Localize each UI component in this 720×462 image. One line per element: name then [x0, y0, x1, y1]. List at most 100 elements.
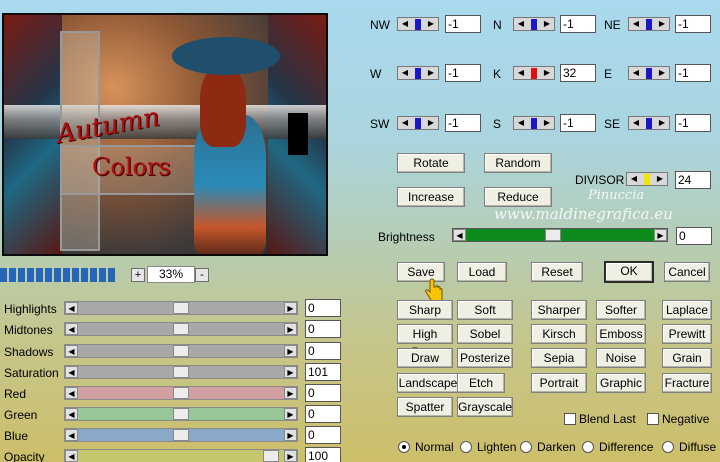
increase-button[interactable]: Increase	[397, 187, 465, 207]
preset-landscape-button[interactable]: Landscape	[397, 373, 459, 393]
preset-sharp-button[interactable]: Sharp	[397, 300, 453, 320]
zoom-in-button[interactable]: +	[131, 268, 145, 282]
kernel-field-sw[interactable]: -1	[445, 114, 481, 132]
preset-fracture-button[interactable]: Fracture	[662, 373, 712, 393]
kernel-decrease-arrow[interactable]: ◀	[515, 117, 527, 129]
kernel-decrease-arrow[interactable]: ◀	[399, 67, 411, 79]
reduce-button[interactable]: Reduce	[484, 187, 552, 207]
kernel-field-n[interactable]: -1	[560, 15, 596, 33]
green-slider[interactable]: ◀ ▶	[64, 407, 298, 421]
kernel-spinner-ne[interactable]: ◀ ▶	[628, 17, 670, 31]
preset-graphic-button[interactable]: Graphic	[596, 373, 646, 393]
kernel-increase-arrow[interactable]: ▶	[541, 117, 553, 129]
red-slider[interactable]: ◀ ▶	[64, 386, 298, 400]
kernel-increase-arrow[interactable]: ▶	[656, 117, 668, 129]
preset-emboss-button[interactable]: Emboss	[596, 324, 646, 344]
kernel-field-nw[interactable]: -1	[445, 15, 481, 33]
kernel-field-e[interactable]: -1	[675, 64, 711, 82]
blue-right-arrow[interactable]: ▶	[284, 429, 297, 441]
kernel-spinner-e[interactable]: ◀ ▶	[628, 66, 670, 80]
preset-portrait-button[interactable]: Portrait	[531, 373, 587, 393]
red-field[interactable]: 0	[305, 384, 341, 402]
preset-noise-button[interactable]: Noise	[596, 348, 646, 368]
kernel-increase-arrow[interactable]: ▶	[541, 67, 553, 79]
ok-button[interactable]: OK	[604, 261, 654, 283]
green-field[interactable]: 0	[305, 405, 341, 423]
midtones-right-arrow[interactable]: ▶	[284, 323, 297, 335]
kernel-increase-arrow[interactable]: ▶	[656, 18, 668, 30]
divisor-decrease-arrow[interactable]: ◀	[628, 173, 640, 185]
opacity-field[interactable]: 100	[305, 447, 341, 462]
blend-last-checkbox[interactable]	[564, 413, 576, 425]
kernel-spinner-nw[interactable]: ◀ ▶	[397, 17, 439, 31]
divisor-increase-arrow[interactable]: ▶	[654, 173, 666, 185]
kernel-spinner-se[interactable]: ◀ ▶	[628, 116, 670, 130]
kernel-increase-arrow[interactable]: ▶	[425, 117, 437, 129]
preset-prewitt-button[interactable]: Prewitt	[662, 324, 712, 344]
preset-high-pass-button[interactable]: High Pass	[397, 324, 453, 359]
kernel-field-w[interactable]: -1	[445, 64, 481, 82]
shadows-slider[interactable]: ◀ ▶	[64, 344, 298, 358]
brightness-field[interactable]: 0	[676, 227, 712, 245]
preset-posterize-button[interactable]: Posterize	[457, 348, 513, 368]
blend-diffuse-radio[interactable]	[662, 441, 674, 453]
preset-spatter-button[interactable]: Spatter	[397, 397, 453, 417]
kernel-increase-arrow[interactable]: ▶	[541, 18, 553, 30]
brightness-thumb[interactable]	[545, 229, 561, 241]
highlights-right-arrow[interactable]: ▶	[284, 302, 297, 314]
kernel-field-se[interactable]: -1	[675, 114, 711, 132]
preset-etch-button[interactable]: Etch	[457, 373, 505, 393]
midtones-field[interactable]: 0	[305, 320, 341, 338]
saturation-left-arrow[interactable]: ◀	[65, 366, 78, 378]
green-left-arrow[interactable]: ◀	[65, 408, 78, 420]
preset-grain-button[interactable]: Grain	[662, 348, 712, 368]
red-thumb[interactable]	[173, 387, 189, 399]
rotate-button[interactable]: Rotate	[397, 153, 465, 173]
preset-soft-button[interactable]: Soft	[457, 300, 513, 320]
kernel-decrease-arrow[interactable]: ◀	[630, 67, 642, 79]
kernel-spinner-k[interactable]: ◀ ▶	[513, 66, 555, 80]
brightness-right-arrow[interactable]: ▶	[654, 229, 667, 241]
negative-checkbox[interactable]	[647, 413, 659, 425]
kernel-field-k[interactable]: 32	[560, 64, 596, 82]
kernel-decrease-arrow[interactable]: ◀	[630, 117, 642, 129]
preset-sharper-button[interactable]: Sharper	[531, 300, 587, 320]
blue-slider[interactable]: ◀ ▶	[64, 428, 298, 442]
blue-thumb[interactable]	[173, 429, 189, 441]
kernel-increase-arrow[interactable]: ▶	[656, 67, 668, 79]
kernel-increase-arrow[interactable]: ▶	[425, 67, 437, 79]
brightness-slider[interactable]: ◀ ▶	[452, 228, 668, 242]
brightness-left-arrow[interactable]: ◀	[453, 229, 466, 241]
highlights-field[interactable]: 0	[305, 299, 341, 317]
kernel-decrease-arrow[interactable]: ◀	[515, 67, 527, 79]
midtones-slider[interactable]: ◀ ▶	[64, 322, 298, 336]
shadows-field[interactable]: 0	[305, 342, 341, 360]
preset-softer-button[interactable]: Softer	[596, 300, 646, 320]
reset-button[interactable]: Reset	[531, 262, 583, 282]
preset-grayscale-button[interactable]: Grayscale	[457, 397, 513, 417]
preset-sobel-button[interactable]: Sobel	[457, 324, 513, 344]
shadows-left-arrow[interactable]: ◀	[65, 345, 78, 357]
shadows-right-arrow[interactable]: ▶	[284, 345, 297, 357]
blue-field[interactable]: 0	[305, 426, 341, 444]
random-button[interactable]: Random	[484, 153, 552, 173]
blend-difference-radio[interactable]	[582, 441, 594, 453]
zoom-out-button[interactable]: -	[195, 268, 209, 282]
saturation-right-arrow[interactable]: ▶	[284, 366, 297, 378]
kernel-spinner-n[interactable]: ◀ ▶	[513, 17, 555, 31]
preset-sepia-button[interactable]: Sepia	[531, 348, 587, 368]
kernel-spinner-sw[interactable]: ◀ ▶	[397, 116, 439, 130]
saturation-field[interactable]: 101	[305, 363, 341, 381]
opacity-thumb[interactable]	[263, 450, 279, 462]
kernel-increase-arrow[interactable]: ▶	[425, 18, 437, 30]
cancel-button[interactable]: Cancel	[664, 262, 710, 282]
load-button[interactable]: Load	[457, 262, 507, 282]
highlights-slider[interactable]: ◀ ▶	[64, 301, 298, 315]
green-right-arrow[interactable]: ▶	[284, 408, 297, 420]
red-right-arrow[interactable]: ▶	[284, 387, 297, 399]
shadows-thumb[interactable]	[173, 345, 189, 357]
kernel-spinner-s[interactable]: ◀ ▶	[513, 116, 555, 130]
kernel-field-s[interactable]: -1	[560, 114, 596, 132]
opacity-right-arrow[interactable]: ▶	[284, 450, 297, 462]
kernel-decrease-arrow[interactable]: ◀	[515, 18, 527, 30]
